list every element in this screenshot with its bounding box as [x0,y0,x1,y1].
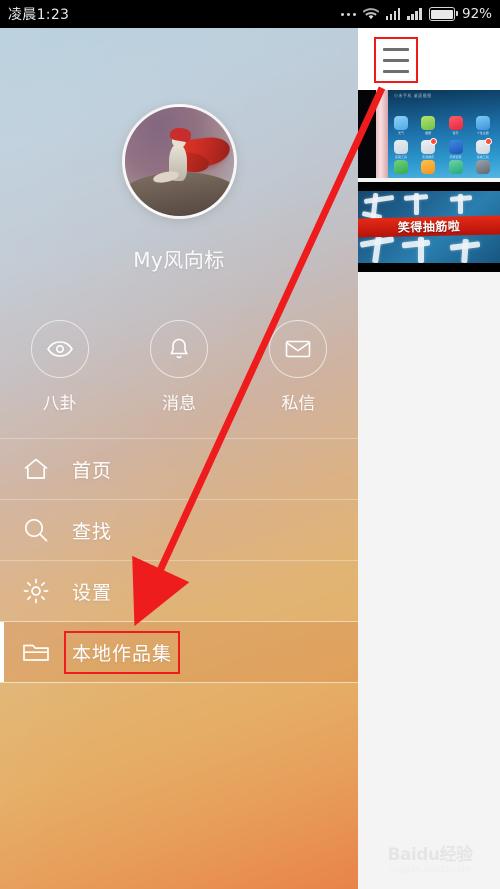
bell-icon [149,320,208,378]
menu-item-label: 本地作品集 [63,630,181,674]
local-works-menu-item[interactable]: 本地作品集 [0,621,358,683]
gear-icon [0,577,72,605]
phone-screen: 凌晨1:23 92% 小米手机 桌面截图 天气 相册 音乐 个性主题 实用工具 … [0,0,500,889]
app-caption: 系统工具 [476,155,489,159]
envelope-icon [269,320,328,378]
status-clock: 凌晨1:23 [8,7,70,23]
menu-item-search[interactable]: 查找 [0,499,358,560]
watermark-title: Baidu经验 [387,844,473,865]
app-icon: 手机管家 [448,140,463,159]
app-caption: 相册 [425,131,432,135]
menu-item-label: 设置 [72,581,113,604]
folder-icon [0,639,72,665]
app-top-bar [358,28,500,90]
quick-action-label: 私信 [281,394,316,414]
calligraphy-stroke [461,238,469,263]
app-folder-icon: 实用工具 [394,140,408,159]
content-pane: 小米手机 桌面截图 天气 相册 音乐 个性主题 实用工具 影音娱乐 手机管家 系… [358,28,500,889]
quick-action-messages[interactable]: 消息 [119,320,238,414]
app-icon: 天气 [394,116,408,135]
calligraphy-stroke [418,237,424,263]
app-caption: 实用工具 [394,155,407,159]
app-caption: 个性主题 [476,131,489,135]
notification-badge [430,138,438,145]
drawer-menu: 首页 查找 设置 本地作品集 [0,438,358,683]
notification-badge [484,138,492,145]
calligraphy-stroke [414,193,419,215]
home-icon [0,456,72,482]
settings-app-icon [475,160,490,174]
menu-item-settings[interactable]: 设置 [0,560,358,621]
app-icon: 音乐 [448,116,463,135]
more-dots-icon [340,12,356,16]
video-banner: 笑得抽筋啦 [358,215,500,238]
avatar[interactable] [122,104,237,219]
phone-app-icon [394,160,408,174]
app-caption: 音乐 [452,131,459,135]
quick-action-gossip[interactable]: 八卦 [0,320,119,414]
app-dock [394,160,498,174]
status-icons: 92% [340,5,492,24]
signal-bars-icon-1 [385,8,401,20]
calligraphy-stroke [363,194,395,205]
app-grid: 天气 相册 音乐 个性主题 实用工具 影音娱乐 手机管家 系统工具 [394,116,498,159]
hamburger-menu-icon[interactable] [374,37,418,83]
watermark: Baidu经验 jingyan.baidu.com [366,846,494,875]
menu-item-label: 首页 [72,459,113,482]
phone-bezel [376,90,388,178]
list-item-thumbnail-1[interactable]: 小米手机 桌面截图 天气 相册 音乐 个性主题 实用工具 影音娱乐 手机管家 系… [358,90,500,178]
phone-screen-photo: 小米手机 桌面截图 天气 相册 音乐 个性主题 实用工具 影音娱乐 手机管家 系… [388,90,500,178]
search-icon [0,516,72,544]
video-frame: 笑得抽筋啦 [358,191,500,263]
calligraphy-stroke [401,239,431,249]
app-folder-icon: 系统工具 [475,138,492,159]
video-banner-text: 笑得抽筋啦 [397,219,461,235]
app-caption: 天气 [397,131,404,135]
app-icon: 个性主题 [475,116,490,135]
thumbnail-screen-label: 小米手机 桌面截图 [394,93,432,98]
avatar-image [122,104,237,219]
calligraphy-stroke [458,194,463,214]
menu-item-home[interactable]: 首页 [0,438,358,499]
app-icon: 相册 [421,116,436,135]
watermark-url: jingyan.baidu.com [389,864,471,875]
app-folder-icon: 影音娱乐 [421,138,438,159]
navigation-drawer: My风向标 八卦 消息 私信 首页 查找 设置 本地作品集 [0,28,358,889]
battery-icon [428,7,458,21]
quick-action-private-messages[interactable]: 私信 [239,320,358,414]
menu-item-label: 查找 [72,520,113,543]
username-label: My风向标 [133,248,225,272]
sms-app-icon [421,160,436,174]
battery-percent: 92% [461,6,492,22]
quick-action-label: 消息 [161,394,196,414]
list-item-thumbnail-2[interactable]: 笑得抽筋啦 [358,182,500,272]
app-caption: 影音娱乐 [422,155,435,159]
app-caption: 手机管家 [449,155,462,159]
quick-actions: 八卦 消息 私信 [0,320,358,414]
status-bar: 凌晨1:23 92% [0,0,500,28]
wifi-icon [362,5,380,24]
signal-bars-icon-2 [407,8,422,20]
eye-icon [30,320,89,378]
security-app-icon [448,160,463,174]
quick-action-label: 八卦 [42,394,77,414]
